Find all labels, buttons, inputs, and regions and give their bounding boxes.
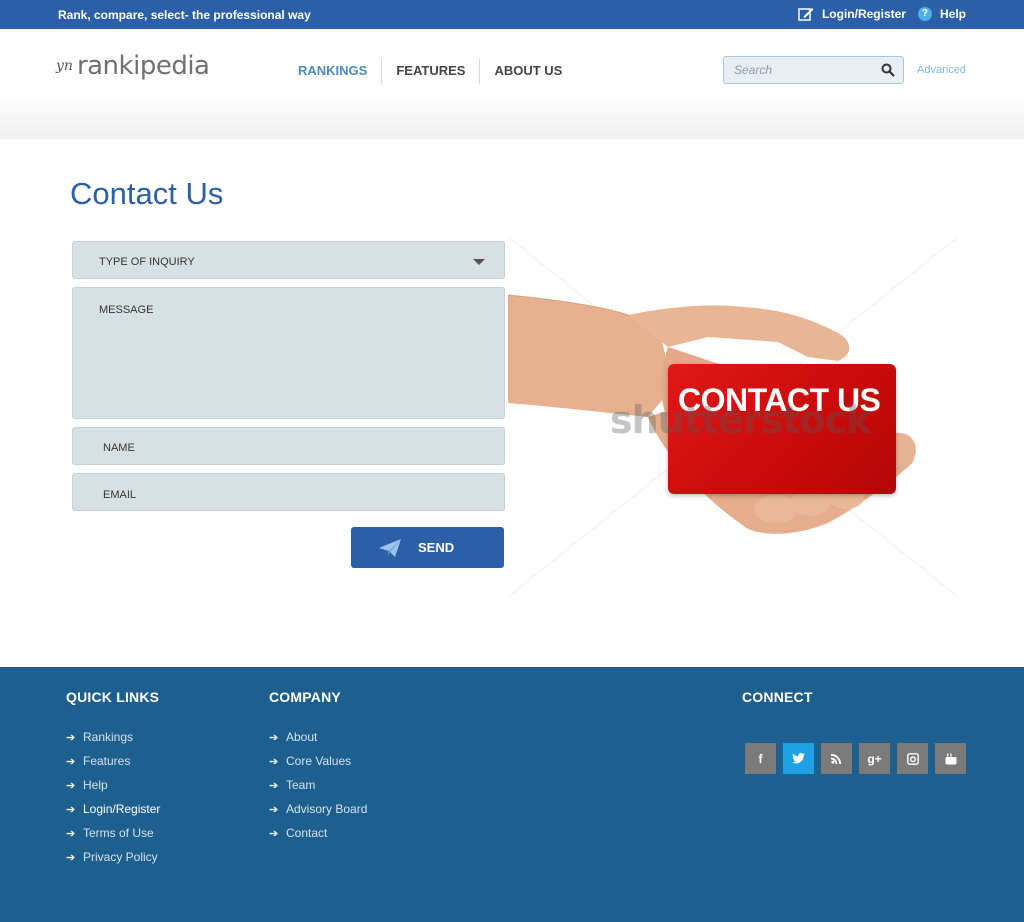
quick-links-heading: QUICK LINKS (66, 689, 160, 705)
logo-mark: yn (56, 58, 73, 74)
footer-link-features[interactable]: ➔ Features (66, 749, 160, 773)
site-footer: QUICK LINKS ➔ Rankings ➔ Features ➔ Help ➔ L… (0, 667, 1024, 922)
tagline: Rank, compare, select- the professional … (58, 8, 311, 22)
site-header: yn rankipedia RANKINGS FEATURES ABOUT US… (0, 29, 1024, 139)
company-column: COMPANY ➔ About ➔ Core Values ➔ Team ➔ Advis… (269, 689, 367, 845)
name-label: NAME (103, 442, 135, 454)
arrow-right-icon: ➔ (66, 731, 76, 744)
inquiry-type-label: TYPE OF INQUIRY (99, 256, 195, 268)
site-logo[interactable]: yn rankipedia (56, 51, 210, 81)
inquiry-type-select[interactable]: TYPE OF INQUIRY (72, 241, 505, 279)
arrow-right-icon: ➔ (269, 779, 279, 792)
social-icons: f g+ (745, 743, 966, 774)
connect-column: CONNECT (742, 689, 813, 725)
name-field[interactable]: NAME (72, 427, 505, 465)
caret-down-icon (473, 259, 485, 265)
nav-about-us[interactable]: ABOUT US (480, 57, 576, 85)
email-field[interactable]: EMAIL (72, 473, 505, 511)
send-label: SEND (418, 540, 455, 555)
paper-plane-icon (379, 538, 401, 557)
send-button[interactable]: SEND (351, 527, 504, 568)
footer-link-terms[interactable]: ➔ Terms of Use (66, 821, 160, 845)
footer-link-about[interactable]: ➔ About (269, 725, 367, 749)
quick-links-column: QUICK LINKS ➔ Rankings ➔ Features ➔ Help ➔ L… (66, 689, 160, 869)
company-heading: COMPANY (269, 689, 341, 705)
message-label: MESSAGE (99, 304, 154, 316)
facebook-icon[interactable]: f (745, 743, 776, 774)
footer-link-advisory-board[interactable]: ➔ Advisory Board (269, 797, 367, 821)
arrow-right-icon: ➔ (66, 755, 76, 768)
help-link[interactable]: Help (940, 7, 966, 21)
footer-link-contact[interactable]: ➔ Contact (269, 821, 367, 845)
arrow-right-icon: ➔ (269, 827, 279, 840)
page-title: Contact Us (70, 176, 224, 211)
message-textarea[interactable]: MESSAGE (72, 287, 505, 419)
advanced-search-link[interactable]: Advanced (917, 64, 966, 76)
search-box (723, 56, 904, 84)
footer-link-core-values[interactable]: ➔ Core Values (269, 749, 367, 773)
connect-heading: CONNECT (742, 689, 813, 705)
footer-link-rankings[interactable]: ➔ Rankings (66, 725, 160, 749)
arrow-right-icon: ➔ (269, 803, 279, 816)
google-plus-icon[interactable]: g+ (859, 743, 890, 774)
twitter-icon[interactable] (783, 743, 814, 774)
arrow-right-icon: ➔ (66, 803, 76, 816)
footer-link-team[interactable]: ➔ Team (269, 773, 367, 797)
login-register-link[interactable]: Login/Register (822, 7, 906, 21)
logo-text: rankipedia (76, 51, 210, 81)
arrow-right-icon: ➔ (66, 851, 76, 864)
edit-icon (798, 8, 814, 21)
help-icon: ? (917, 7, 932, 21)
youtube-icon[interactable] (935, 743, 966, 774)
top-bar-actions: Login/Register ? Help (798, 7, 966, 21)
footer-link-help[interactable]: ➔ Help (66, 773, 160, 797)
arrow-right-icon: ➔ (269, 755, 279, 768)
search-input[interactable] (724, 57, 874, 83)
footer-link-login-register[interactable]: ➔ Login/Register (66, 797, 160, 821)
search-icon[interactable] (881, 63, 895, 77)
nav-features[interactable]: FEATURES (382, 57, 479, 85)
footer-link-privacy[interactable]: ➔ Privacy Policy (66, 845, 160, 869)
stock-watermark: shutterstock (610, 398, 871, 442)
nav-rankings[interactable]: RANKINGS (286, 57, 381, 85)
email-label: EMAIL (103, 489, 137, 501)
arrow-right-icon: ➔ (269, 731, 279, 744)
rss-icon[interactable] (821, 743, 852, 774)
instagram-icon[interactable] (897, 743, 928, 774)
arrow-right-icon: ➔ (66, 779, 76, 792)
arrow-right-icon: ➔ (66, 827, 76, 840)
top-bar: Rank, compare, select- the professional … (0, 0, 1024, 29)
main-nav: RANKINGS FEATURES ABOUT US (286, 57, 576, 85)
